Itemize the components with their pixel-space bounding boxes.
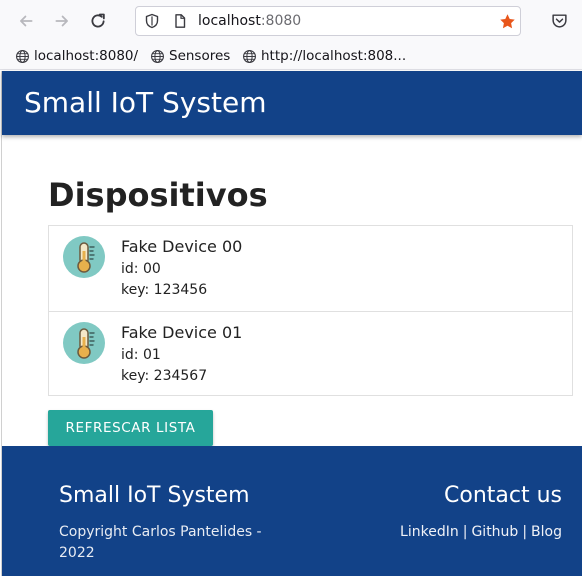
forward-button[interactable] <box>52 11 72 31</box>
bookmark-label: localhost:8080/ <box>34 48 139 64</box>
device-id: id: 01 <box>121 347 161 363</box>
github-link[interactable]: Github <box>471 524 518 540</box>
bookmarks-bar: localhost:8080/ Sensores http://localhos… <box>0 42 582 70</box>
footer-title: Small IoT System <box>59 483 250 508</box>
footer-contact-title: Contact us <box>444 483 562 508</box>
reload-button[interactable] <box>88 11 108 31</box>
bookmark-localhost-url[interactable]: http://localhost:808... <box>242 47 406 65</box>
thermometer-icon <box>63 236 105 278</box>
link-separator: | <box>522 524 528 540</box>
browser-toolbar: localhost:8080 <box>0 0 582 42</box>
web-page: Small IoT System Dispositivos Fake Devic… <box>2 71 582 576</box>
forward-arrow-icon <box>55 15 68 27</box>
page-footer: Small IoT System Copyright Carlos Pantel… <box>2 446 582 576</box>
bookmark-sensores[interactable]: Sensores <box>150 47 230 65</box>
globe-icon <box>243 49 256 63</box>
bookmark-star-icon[interactable] <box>499 13 516 30</box>
list-item[interactable]: Fake Device 01 id: 01 key: 234567 <box>49 311 572 396</box>
back-arrow-icon <box>20 15 33 27</box>
url-port: :8080 <box>260 13 302 29</box>
globe-icon <box>151 49 164 63</box>
footer-copyright: Copyright Carlos Pantelides - 2022 <box>59 524 262 561</box>
page-title: Dispositivos <box>48 176 268 214</box>
link-separator: | <box>462 524 468 540</box>
bookmark-localhost[interactable]: localhost:8080/ <box>15 47 138 65</box>
brand-logo-link[interactable]: Small IoT System <box>24 86 266 120</box>
address-bar[interactable]: localhost:8080 <box>135 6 521 36</box>
app-navbar: Small IoT System <box>2 71 582 135</box>
list-item[interactable]: Fake Device 00 id: 00 key: 123456 <box>49 226 572 311</box>
url-host: localhost <box>198 13 261 29</box>
bookmark-label: http://localhost:808... <box>261 48 407 64</box>
linkedin-link[interactable]: LinkedIn <box>400 524 459 540</box>
device-name: Fake Device 00 <box>121 237 243 256</box>
back-button[interactable] <box>16 11 36 31</box>
reload-icon <box>91 13 105 28</box>
thermometer-icon <box>63 322 105 364</box>
footer-links: LinkedIn | Github | Blog <box>400 522 562 543</box>
page-info-icon[interactable] <box>172 13 188 29</box>
globe-icon <box>16 49 29 63</box>
pocket-icon[interactable] <box>551 12 568 29</box>
bookmark-label: Sensores <box>169 48 231 64</box>
device-id: id: 00 <box>121 261 161 277</box>
device-key: key: 123456 <box>121 282 208 298</box>
blog-link[interactable]: Blog <box>531 524 562 540</box>
device-name: Fake Device 01 <box>121 323 243 342</box>
device-key: key: 234567 <box>121 368 208 384</box>
url-text[interactable]: localhost:8080 <box>198 13 301 30</box>
refresh-list-button[interactable]: Refrescar lista <box>48 410 213 446</box>
shield-icon[interactable] <box>144 13 160 29</box>
device-list: Fake Device 00 id: 00 key: 123456 Fake D… <box>48 225 573 396</box>
